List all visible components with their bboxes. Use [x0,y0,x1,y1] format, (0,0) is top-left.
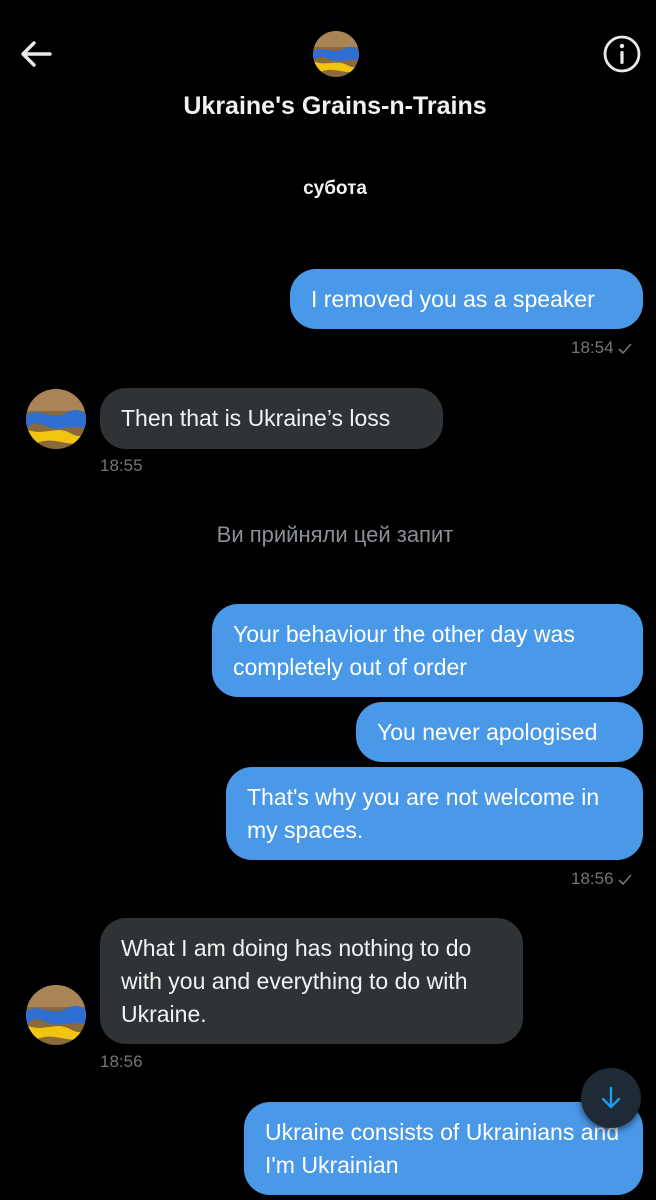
group-avatar[interactable] [313,31,359,77]
conversation-header: Ukraine's Grains-n-Trains [0,0,656,160]
message-timestamp: 18:55 [100,456,143,475]
received-message[interactable]: Then that is Ukraine’s loss [100,388,443,449]
arrow-down-icon [601,1086,621,1109]
sent-message[interactable]: You never apologised [356,702,643,762]
info-button[interactable] [600,32,644,76]
back-button[interactable] [14,34,58,74]
arrow-left-icon [21,41,52,67]
day-separator: субота [303,178,367,199]
received-message[interactable]: What I am doing has nothing to do with y… [100,918,523,1044]
flag-wheat-avatar-image [26,389,86,449]
message-timestamp: 18:54 [571,338,632,358]
timestamp-text: 18:54 [571,338,614,357]
message-timestamp: 18:56 [571,869,632,889]
conversation-title: Ukraine's Grains-n-Trains [183,92,487,120]
sender-avatar[interactable] [26,389,86,449]
flag-wheat-avatar-image [313,31,359,77]
read-check-icon [617,343,632,355]
message-timestamp: 18:56 [100,1052,143,1071]
request-accepted-notice: Ви прийняли цей запит [216,522,454,547]
flag-wheat-avatar-image [26,985,86,1045]
sent-message[interactable]: Your behaviour the other day was complet… [212,604,643,697]
info-icon [603,35,641,73]
sender-avatar[interactable] [26,985,86,1045]
sent-message[interactable]: I removed you as a speaker [290,269,643,329]
scroll-to-bottom-button[interactable] [581,1068,641,1128]
read-check-icon [617,874,632,886]
sent-message[interactable]: Ukraine consists of Ukrainians and I'm U… [244,1102,643,1195]
sent-message[interactable]: That's why you are not welcome in my spa… [226,767,643,860]
timestamp-text: 18:56 [571,869,614,888]
